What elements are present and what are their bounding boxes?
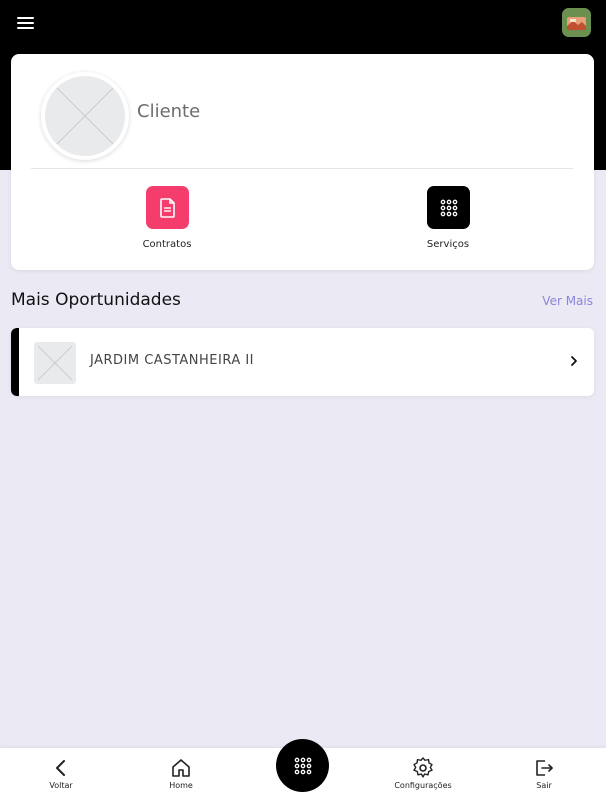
nav-home[interactable]: Home xyxy=(136,748,226,800)
opportunity-thumbnail xyxy=(34,342,76,384)
section-title: Mais Oportunidades xyxy=(11,290,181,310)
fab-menu-button[interactable] xyxy=(276,739,329,792)
profile-name: Cliente xyxy=(137,101,201,122)
nav-voltar-label: Voltar xyxy=(49,781,73,790)
contratos-button[interactable]: Contratos xyxy=(107,186,227,256)
placeholder-image-icon xyxy=(45,76,125,156)
gear-icon xyxy=(413,757,433,778)
nav-sair[interactable]: Sair xyxy=(499,748,589,800)
nav-voltar[interactable]: Voltar xyxy=(16,748,106,800)
servicos-button[interactable]: Serviços xyxy=(388,186,508,256)
ver-mais-link[interactable]: Ver Mais xyxy=(542,294,593,308)
opportunity-card[interactable]: JARDIM CASTANHEIRA II xyxy=(11,328,594,396)
hamburger-menu-icon[interactable] xyxy=(15,13,37,33)
placeholder-image-icon xyxy=(37,345,73,381)
nav-configuracoes-label: Configurações xyxy=(394,781,452,790)
nav-home-label: Home xyxy=(169,781,193,790)
opportunity-accent-bar xyxy=(11,328,19,396)
home-icon xyxy=(172,759,190,777)
chevron-right-icon[interactable] xyxy=(568,354,580,368)
document-icon xyxy=(146,186,189,229)
user-avatar-icon[interactable] xyxy=(562,8,591,37)
opportunity-title: JARDIM CASTANHEIRA II xyxy=(90,353,255,368)
grid-dots-icon xyxy=(294,757,311,774)
contratos-label: Contratos xyxy=(142,239,192,250)
profile-avatar[interactable] xyxy=(41,72,129,160)
logout-icon xyxy=(536,760,553,776)
nav-sair-label: Sair xyxy=(536,781,552,790)
nav-configuracoes[interactable]: Configurações xyxy=(378,748,468,800)
profile-card: Cliente Contratos Serviços xyxy=(11,54,594,270)
servicos-label: Serviços xyxy=(426,239,470,250)
divider xyxy=(31,168,573,169)
grid-dots-icon xyxy=(427,186,470,229)
chevron-left-icon xyxy=(56,760,65,776)
